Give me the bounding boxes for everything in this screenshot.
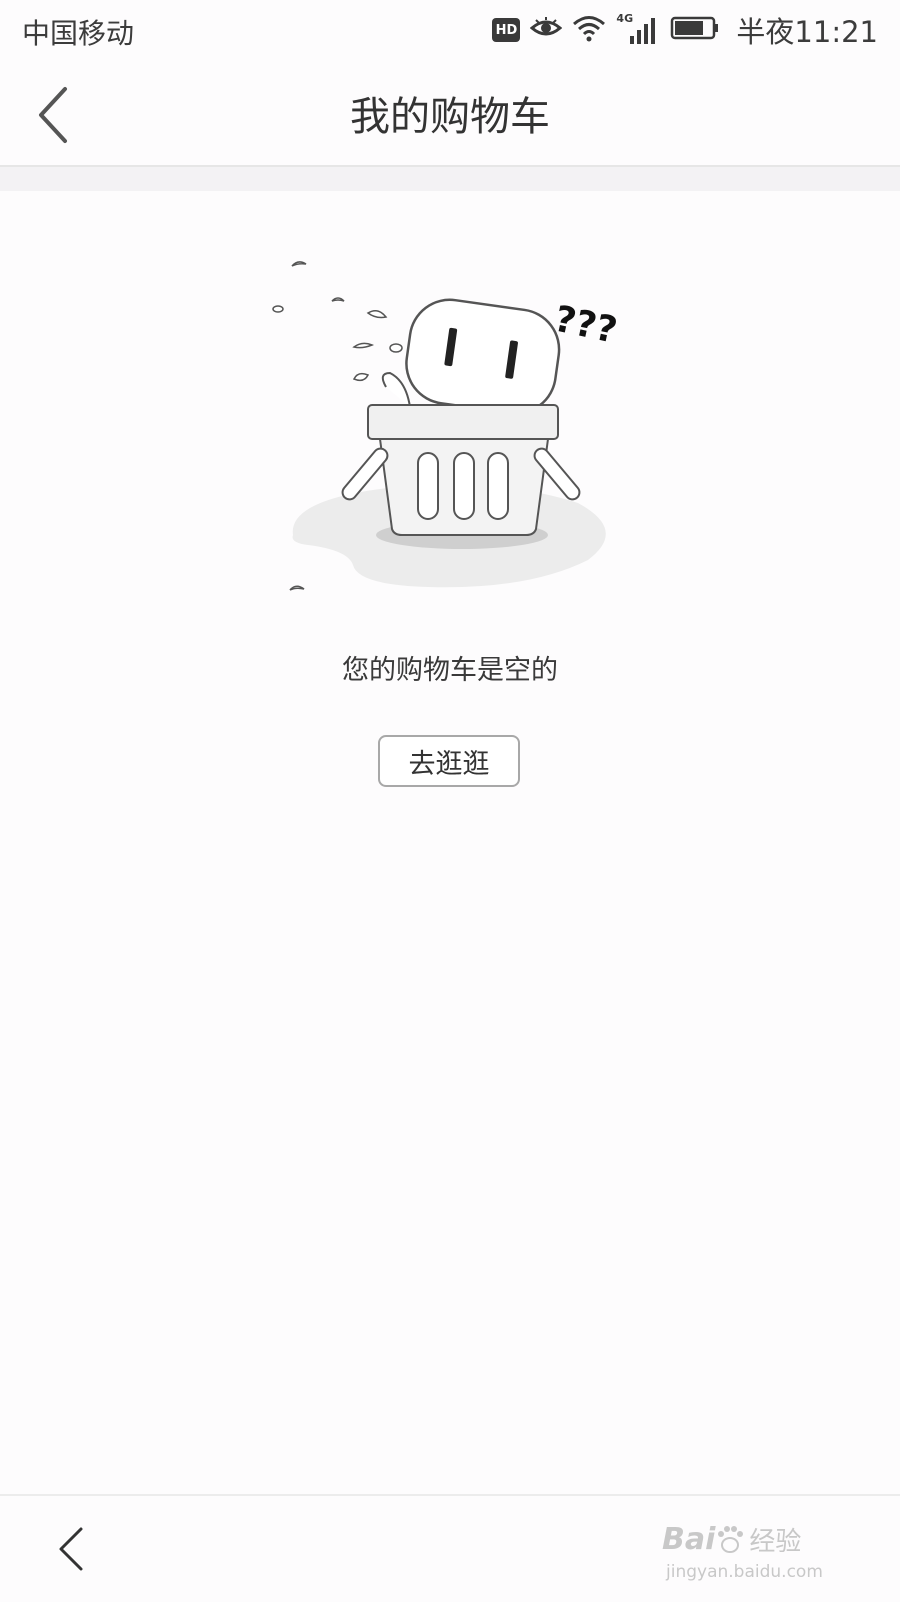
section-band <box>0 167 900 191</box>
paw-icon <box>715 1524 745 1554</box>
page-title: 我的购物车 <box>350 94 550 140</box>
signal-4g-icon: 4G <box>616 12 660 46</box>
empty-cart-message: 您的购物车是空的 <box>342 655 558 686</box>
eye-icon <box>530 16 563 44</box>
watermark-suffix: 经验 <box>749 1526 802 1557</box>
wifi-icon <box>572 14 606 46</box>
status-bar: 中国移动 HD 4G 半夜11:21 <box>0 0 900 62</box>
baidu-watermark: Bai 经验 jingyan.baidu.com <box>662 1516 852 1586</box>
empty-cart-illustration: ??? <box>268 255 628 605</box>
status-icons: HD 4G 半夜11:21 <box>492 10 878 50</box>
header: 我的购物车 <box>0 62 900 166</box>
watermark-brand: Bai <box>662 1521 716 1557</box>
battery-icon <box>670 15 720 45</box>
watermark-url: jingyan.baidu.com <box>666 1562 823 1582</box>
chevron-left-icon <box>59 1527 83 1571</box>
clock: 半夜11:21 <box>736 15 878 49</box>
bottom-back-button[interactable] <box>40 1514 100 1584</box>
bottom-navigation: Bai 经验 jingyan.baidu.com <box>0 1494 900 1602</box>
hd-icon: HD <box>492 18 521 42</box>
watermark-brand-row: Bai 经验 <box>662 1516 852 1562</box>
carrier-label: 中国移动 <box>22 17 135 50</box>
question-marks: ??? <box>551 299 621 352</box>
go-shopping-button[interactable]: 去逛逛 <box>378 735 520 787</box>
